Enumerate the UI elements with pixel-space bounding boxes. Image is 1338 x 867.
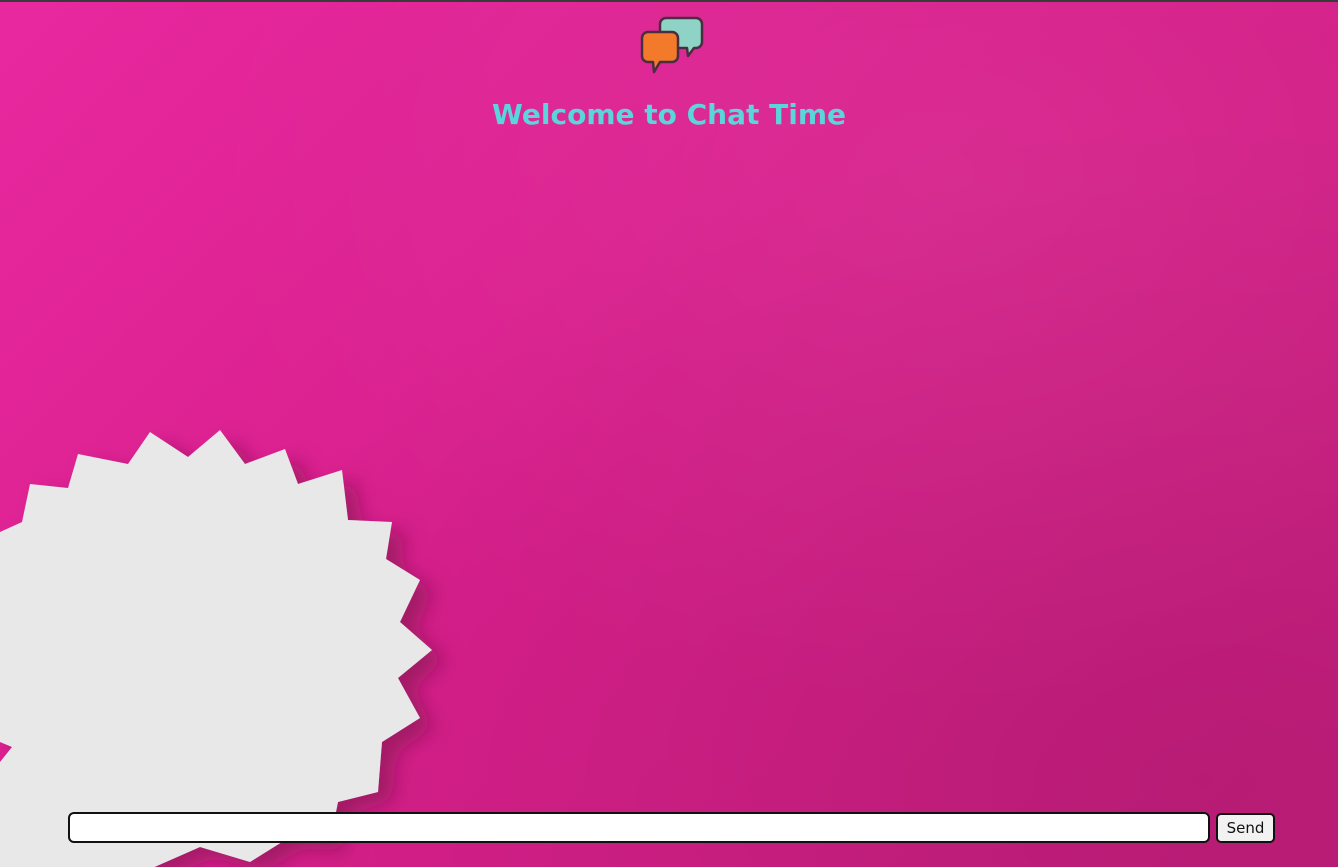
background-speech-bubble-image [0, 430, 432, 867]
send-button[interactable]: Send [1216, 813, 1275, 843]
message-input[interactable] [68, 812, 1210, 843]
page-title: Welcome to Chat Time [492, 98, 846, 131]
chat-bubbles-icon [640, 16, 704, 74]
message-composer: Send [68, 812, 1278, 844]
chat-app: Welcome to Chat Time Send [0, 0, 1338, 867]
